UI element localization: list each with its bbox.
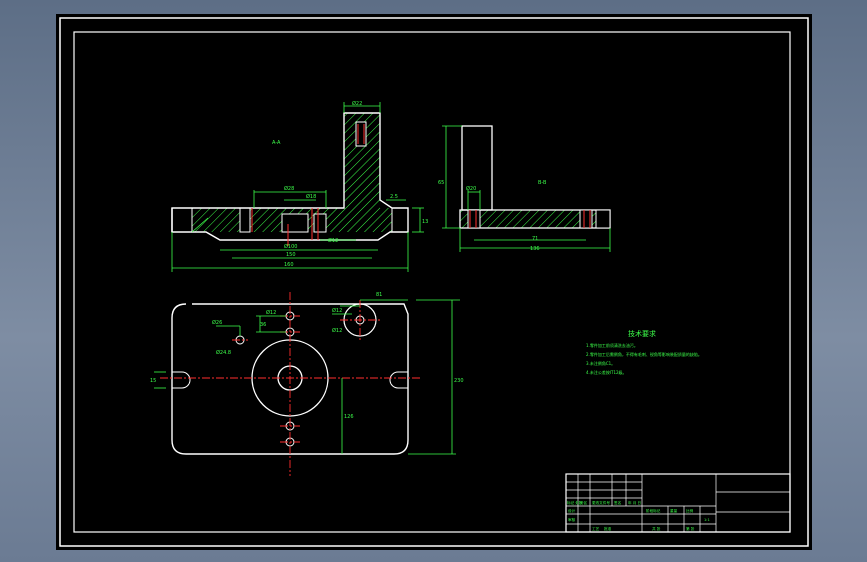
title-block: 标记 处数 分区 更改文件号 签名 年 月 日 设计 审核 工艺 批准 阶段标记… [565,473,791,533]
dim-text: 126 [344,414,354,420]
tb-label: 比例 [686,508,694,513]
tb-label: 审核 [568,517,576,522]
tb-label: 更改文件号 [592,500,610,505]
tech-req-line: 3.未注倒角C1。 [586,360,615,366]
tech-req-line: 1.零件加工前须清洗去油污。 [586,342,638,348]
technical-requirements: 技术要求 1.零件加工前须清洗去油污。 2.零件加工后需倒角，不得有毛刺、锐角等… [586,329,702,375]
dim-text: Ø24.8 [216,349,231,356]
cad-drawing: Ø22 Ø28 Ø18 2.5 Ø100 Ø12 13 150 160 A-A … [59,17,809,547]
dim-lines-plan [154,299,460,455]
dim-text: Ø12 [266,309,276,316]
dim-text: 15 [150,378,156,384]
dim-text: 65 [438,180,444,186]
bore-2 [281,213,309,233]
upright-right [461,125,493,211]
inner-frame [73,31,791,533]
dim-text: 2.5 [390,194,398,200]
dim-text: Ø12 [332,327,342,334]
dim-text: Ø26 [212,319,222,326]
tb-label: 第 张 [686,526,695,531]
tb-scale: 1:1 [704,518,710,522]
dim-text: Ø100 [284,243,297,250]
dim-text: Ø20 [466,185,476,192]
tech-req-line: 2.零件加工后需倒角，不得有毛刺、锐角等影响装配质量的缺陷。 [586,351,702,357]
tb-label: 签名 [614,500,622,505]
dim-text: 13 [422,219,428,225]
tb-label: 分区 [580,500,588,505]
dim-text: Ø12 [332,307,342,314]
dim-text: Ø12 [328,237,338,244]
tb-label: 重量 [670,508,678,513]
tb-label: 阶段标记 [646,508,661,513]
dim-text: 160 [284,262,294,268]
section-label-left: A-A [272,140,281,146]
right-notch [389,371,408,389]
bore-3 [313,213,327,233]
plan-view: Ø26 36 Ø12 Ø12 81 Ø12 Ø24.8 126 15 230 [150,292,464,476]
bore-4 [391,207,409,233]
outer-frame [59,17,809,547]
dim-text: 136 [530,246,540,252]
tb-label: 设计 [568,508,576,513]
tech-req-line: 4.未注公差按IT12级。 [586,369,627,375]
dim-text: 71 [532,236,538,242]
dim-text: Ø18 [306,193,316,200]
section-view-right: 65 Ø20 71 136 B-B [438,125,611,252]
dim-text: Ø22 [352,100,362,107]
tech-req-title: 技术要求 [628,329,656,338]
dim-lines-left [171,102,424,272]
drawing-canvas[interactable]: Ø22 Ø28 Ø18 2.5 Ø100 Ø12 13 150 160 A-A … [56,14,812,550]
tb-label: 共 张 [652,526,661,531]
section-view-left: Ø22 Ø28 Ø18 2.5 Ø100 Ø12 13 150 160 A-A [171,100,428,272]
bore-right-3 [595,209,611,229]
tb-label: 批准 [604,526,612,531]
flange-left [171,207,193,233]
section-label-right: B-B [538,180,547,186]
left-notch [172,371,191,389]
dim-text: 150 [286,252,296,258]
dim-text: 81 [376,292,382,298]
dim-text: 230 [454,378,464,384]
tb-label: 工艺 [592,526,600,531]
dim-text: 36 [260,322,266,328]
tb-label: 年 月 日 [628,500,641,505]
dim-text: Ø28 [284,185,294,192]
bore-1 [239,207,251,233]
